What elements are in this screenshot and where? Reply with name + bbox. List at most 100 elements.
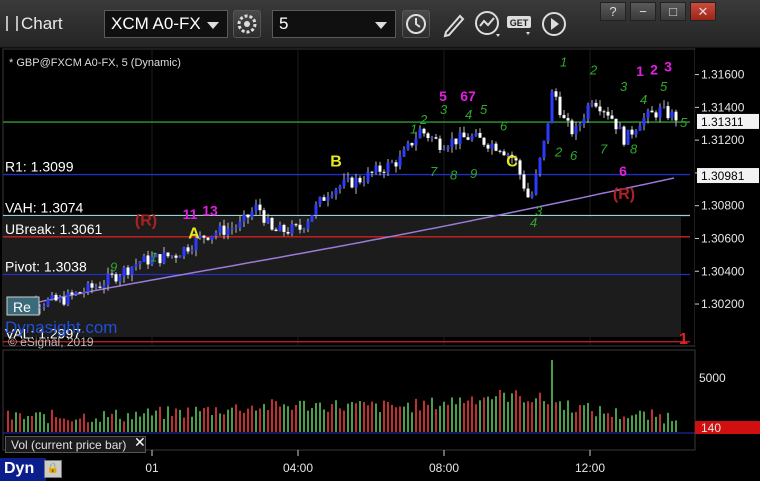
level-label: VAH: 1.3074: [5, 200, 84, 216]
candle-body: [618, 126, 622, 130]
volume-bar: [583, 405, 585, 432]
help-button[interactable]: ?: [600, 2, 626, 21]
interval-clock-button[interactable]: [402, 10, 430, 38]
candle-body: [582, 118, 586, 125]
volume-bar: [631, 415, 633, 432]
volume-bar: [483, 397, 485, 432]
chart-annotation: 6: [619, 163, 627, 179]
volume-bar: [79, 418, 81, 432]
volume-bar: [99, 421, 101, 432]
candle-body: [522, 174, 526, 189]
volume-bar: [671, 421, 673, 432]
window-title-label: Chart: [21, 14, 63, 33]
window-title: Chart: [6, 14, 63, 34]
volume-bar: [291, 409, 293, 432]
volume-bar: [331, 404, 333, 432]
volume-bar: [139, 416, 141, 432]
volume-bar: [75, 419, 77, 432]
candle-body: [462, 132, 466, 138]
close-button[interactable]: ✕: [690, 2, 716, 21]
candle-body: [606, 111, 610, 116]
vwap-price: 1.30981: [701, 169, 745, 183]
candle-body: [190, 250, 194, 252]
symbol-selector[interactable]: XCM A0-FX: [104, 10, 228, 38]
candle-body: [82, 292, 86, 294]
sequence-digit: 8: [630, 141, 638, 156]
sequence-digit: 5: [680, 115, 688, 130]
restore-button[interactable]: −: [630, 2, 656, 21]
volume-bar: [327, 411, 329, 432]
volume-bar: [595, 416, 597, 432]
volume-bar: [359, 401, 361, 432]
volume-pane[interactable]: [2, 349, 696, 451]
volume-bar: [351, 401, 353, 432]
candle-body: [202, 235, 206, 238]
candle-body: [346, 177, 350, 180]
volume-bar: [547, 404, 549, 432]
sequence-digit: 7: [600, 141, 608, 156]
volume-study-label[interactable]: Vol (current price bar): [5, 436, 146, 453]
volume-bar: [347, 403, 349, 432]
study-chart-icon[interactable]: [472, 8, 504, 40]
volume-bar: [123, 421, 125, 432]
volume-bar: [479, 400, 481, 432]
candle-body: [594, 102, 598, 107]
candle-body: [250, 211, 254, 218]
volume-bar: [11, 419, 13, 432]
volume-bar: [255, 410, 257, 432]
candle-body: [422, 128, 426, 134]
candle-body: [286, 231, 290, 234]
volume-bar: [47, 423, 49, 432]
candle-body: [454, 138, 458, 145]
symbol-settings-button[interactable]: [233, 10, 261, 38]
get-data-icon[interactable]: GET: [504, 8, 536, 40]
drag-grip-icon[interactable]: [6, 16, 18, 31]
volume-bar: [475, 404, 477, 432]
volume-bar: [307, 410, 309, 432]
volume-bar: [15, 412, 17, 432]
time-tick-label: 12:00: [575, 461, 605, 475]
chart-annotation: (R): [613, 186, 635, 203]
sequence-digit: 8: [450, 167, 458, 182]
volume-bar: [455, 404, 457, 432]
candle-body: [342, 179, 346, 187]
volume-bar: [375, 403, 377, 432]
volume-bar: [411, 412, 413, 432]
volume-bar: [71, 421, 73, 432]
candle-body: [98, 286, 102, 288]
maximize-button[interactable]: □: [660, 2, 686, 21]
close-icon[interactable]: ✕: [134, 434, 146, 451]
play-icon[interactable]: [538, 8, 570, 40]
volume-bar: [515, 390, 517, 432]
candle-body: [78, 292, 82, 294]
pencil-icon[interactable]: [438, 8, 470, 40]
volume-bar: [103, 411, 105, 432]
candle-body: [86, 283, 90, 293]
candle-body: [266, 217, 270, 223]
chart-canvas[interactable]: 123 4 567 8 9123456 7 8912345 B CA(R)(R)5 671 2 31…: [0, 48, 760, 481]
volume-bar: [399, 406, 401, 432]
layout-badge[interactable]: Dyn: [0, 458, 46, 481]
volume-bar: [247, 408, 249, 432]
candle-body: [578, 124, 582, 127]
candle-body: [370, 171, 374, 173]
sequence-digit: 2: [589, 63, 598, 78]
volume-bar: [27, 416, 29, 432]
candle-body: [474, 132, 478, 136]
volume-bar: [23, 419, 25, 432]
interval-selector[interactable]: 5: [272, 10, 396, 38]
volume-bar: [519, 396, 521, 432]
volume-bar: [51, 409, 53, 432]
candle-body: [438, 138, 442, 150]
candle-body: [338, 186, 342, 190]
volume-bar: [219, 413, 221, 432]
volume-bar: [151, 415, 153, 432]
volume-bar: [111, 413, 113, 432]
lock-icon[interactable]: 🔒: [44, 460, 62, 478]
candle-body: [366, 171, 370, 182]
volume-bar: [667, 412, 669, 432]
candle-body: [130, 266, 134, 275]
volume-bar: [167, 406, 169, 432]
volume-bar: [511, 393, 513, 432]
candle-body: [534, 173, 538, 195]
